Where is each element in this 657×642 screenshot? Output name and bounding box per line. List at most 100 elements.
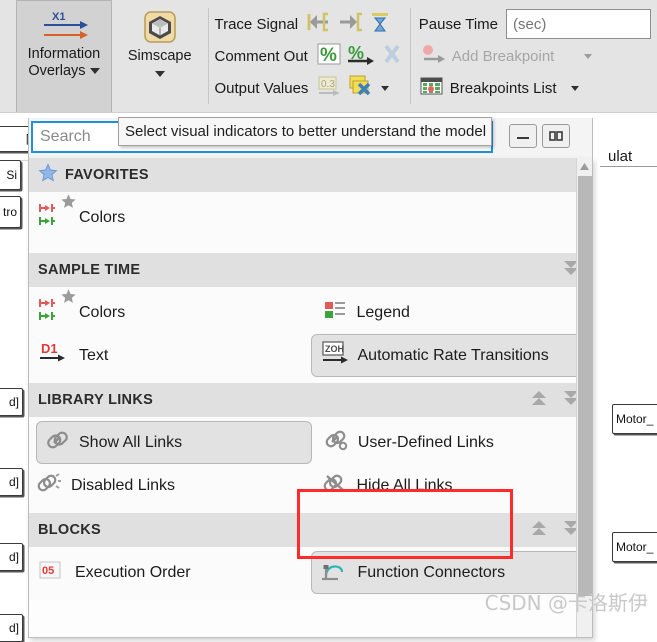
gallery-item-legend[interactable]: Legend [311, 291, 593, 334]
gallery-item-label: Automatic Rate Transitions [357, 346, 549, 364]
legend-icon [323, 298, 349, 327]
gallery-item-label: Show All Links [79, 433, 183, 451]
clear-trace-icon[interactable] [368, 10, 392, 38]
sample-time-colors-icon [37, 289, 76, 330]
tooltip: Select visual indicators to better under… [118, 117, 492, 146]
trace-forward-icon[interactable] [337, 10, 363, 38]
uncomment-icon[interactable] [380, 42, 404, 70]
output-values-dropdown-icon[interactable] [381, 85, 390, 91]
canvas-text-simulat: ulat [608, 148, 633, 165]
gallery-scrollbar[interactable] [576, 158, 592, 637]
svg-text:0.3: 0.3 [321, 79, 335, 90]
section-body-favorites: Colors [29, 192, 592, 253]
simscape-button[interactable]: Simscape [112, 0, 208, 112]
canvas-label-block: d] [0, 468, 23, 496]
link-icon [45, 428, 71, 457]
expand-gallery-button[interactable] [542, 124, 570, 148]
chevron-down-icon[interactable] [570, 85, 579, 91]
trace-signal-label: Trace Signal [214, 15, 299, 33]
gallery-item-sample-time-text[interactable]: D1 Text [29, 334, 311, 377]
chevron-down-icon[interactable] [89, 68, 100, 75]
gallery-item-label: Text [79, 346, 109, 364]
comment-through-icon[interactable]: % [347, 42, 375, 70]
gallery-item-label: Colors [79, 303, 126, 321]
gallery-item-user-defined-links[interactable]: User-Defined Links [312, 421, 588, 464]
gallery-item-show-all-links[interactable]: Show All Links [36, 421, 312, 464]
information-overlays-label-line2: Overlays [28, 63, 100, 80]
gallery-item-label: Execution Order [75, 563, 191, 581]
comment-out-row[interactable]: Comment Out % % [214, 40, 403, 72]
breakpoints-group: Pause Time Add Breakpoint [411, 0, 657, 112]
gallery-item-favorites-colors[interactable]: Colors [29, 193, 311, 239]
breakpoints-list-icon [419, 74, 445, 102]
section-header-sample-time[interactable]: SAMPLE TIME [29, 253, 592, 287]
add-breakpoint-row[interactable]: Add Breakpoint [419, 40, 651, 72]
simscape-cube-icon [143, 10, 177, 48]
output-value-icon[interactable]: 0.3 [316, 74, 342, 102]
user-defined-link-icon [324, 428, 350, 457]
chevrons-up-icon[interactable] [528, 517, 550, 543]
chevron-down-icon[interactable] [154, 71, 165, 77]
svg-text:D1: D1 [41, 341, 58, 356]
canvas-block: Si [0, 160, 21, 190]
pause-time-row[interactable]: Pause Time [419, 8, 651, 40]
gallery-item-execution-order[interactable]: 05 Execution Order [29, 551, 311, 594]
information-overlays-button[interactable]: X1 Information Overlays [16, 0, 112, 112]
favorites-star-icon [38, 163, 58, 187]
svg-text:05: 05 [42, 565, 54, 577]
ribbon-toolbar: X1 Information Overlays Simscape Trace S… [0, 0, 657, 113]
add-breakpoint-label: Add Breakpoint [451, 47, 555, 65]
debug-command-group: Trace Signal Comment Out % % Output Valu… [208, 0, 409, 112]
minimize-gallery-button[interactable] [509, 124, 537, 148]
x1-signal-arrows-icon: X1 [34, 8, 94, 46]
chevrons-up-icon[interactable] [528, 387, 550, 413]
add-breakpoint-icon [419, 42, 447, 70]
canvas-label-block: Motor_ [612, 404, 657, 434]
section-title: LIBRARY LINKS [38, 392, 154, 408]
comment-out-label: Comment Out [214, 47, 308, 65]
port-value-labels-icon[interactable] [347, 74, 373, 102]
gallery-item-label: Disabled Links [71, 476, 176, 494]
broken-link-icon [37, 471, 63, 500]
section-title: SAMPLE TIME [38, 262, 141, 278]
tooltip-text: Select visual indicators to better under… [125, 123, 487, 140]
section-header-favorites[interactable]: FAVORITES [29, 158, 592, 192]
information-overlays-gallery: FAVORITES Colors SAMPLE TIME Colors Lege… [28, 158, 593, 638]
trace-backward-icon[interactable] [306, 10, 332, 38]
gallery-item-label: Function Connectors [357, 563, 506, 581]
breakpoints-list-label: Breakpoints List [449, 79, 557, 97]
gallery-item-label: User-Defined Links [357, 433, 494, 451]
section-body-library-links: Show All Links User-Defined Links Disabl… [29, 417, 592, 513]
pause-time-label: Pause Time [418, 15, 498, 33]
chevron-down-icon[interactable] [584, 53, 593, 59]
gallery-item-label: Legend [356, 303, 410, 321]
svg-text:ZOH: ZOH [325, 344, 344, 354]
execution-order-icon: 05 [37, 557, 67, 588]
gallery-item-hide-all-links[interactable]: Hide All Links [311, 464, 593, 507]
gallery-item-sample-time-colors[interactable]: Colors [29, 289, 311, 334]
breakpoints-list-row[interactable]: Breakpoints List [419, 72, 651, 104]
pause-time-input[interactable] [507, 10, 650, 38]
output-values-label: Output Values [214, 79, 309, 97]
section-header-blocks[interactable]: BLOCKS [29, 513, 592, 547]
gallery-item-label: Hide All Links [356, 476, 453, 494]
search-placeholder: Search [40, 128, 91, 145]
svg-text:X1: X1 [52, 11, 65, 23]
output-values-row[interactable]: Output Values 0.3 [214, 72, 403, 104]
gallery-item-disabled-links[interactable]: Disabled Links [29, 464, 311, 507]
canvas-label-block: d] [0, 388, 23, 416]
favorite-star-icon[interactable] [60, 193, 77, 215]
comment-out-icon[interactable]: % [316, 42, 342, 70]
function-connectors-icon [320, 556, 350, 589]
simscape-label: Simscape [127, 48, 192, 64]
gallery-item-label: Colors [79, 208, 126, 226]
gallery-item-automatic-rate-transitions[interactable]: ZOH Automatic Rate Transitions [310, 334, 587, 377]
watermark: CSDN @卡洛斯伊 [484, 591, 648, 615]
scroll-up-arrow-icon[interactable] [577, 158, 592, 175]
canvas-label-block: Motor_ [612, 532, 657, 562]
section-title: BLOCKS [38, 522, 102, 538]
trace-signal-row[interactable]: Trace Signal [214, 8, 403, 40]
section-header-library-links[interactable]: LIBRARY LINKS [29, 383, 592, 417]
scrollbar-thumb[interactable] [578, 176, 592, 596]
favorite-star-icon[interactable] [60, 288, 77, 310]
